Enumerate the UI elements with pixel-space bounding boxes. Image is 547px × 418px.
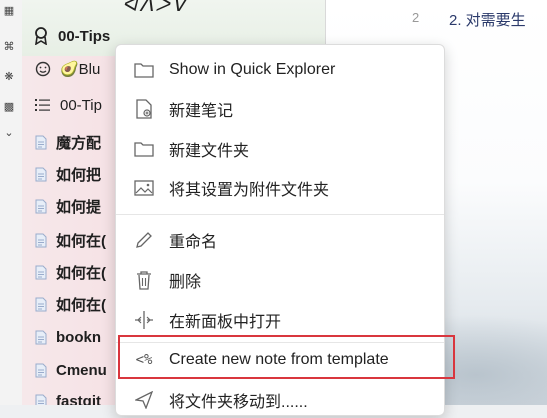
menu-item-delete[interactable]: 删除 bbox=[116, 262, 444, 298]
file-item[interactable]: 如何在( bbox=[34, 292, 106, 316]
file-label: 如何在( bbox=[56, 264, 106, 282]
pencil-icon bbox=[134, 230, 154, 250]
menu-item-show-in-quick-explorer[interactable]: Show in Quick Explorer bbox=[116, 52, 444, 88]
menu-item-label: 新建文件夹 bbox=[169, 143, 250, 160]
sidebar-item-label: 00-Tip bbox=[60, 96, 102, 114]
trash-icon bbox=[134, 270, 154, 290]
menu-separator bbox=[116, 214, 444, 215]
file-item[interactable]: 如何在( bbox=[34, 260, 106, 284]
context-menu: Show in Quick Explorer 新建笔记 新建文件夹 将其设置为附… bbox=[115, 44, 445, 416]
sidebar-item-label: 🥑Blu bbox=[60, 61, 101, 78]
file-item[interactable]: 如何在( bbox=[34, 228, 106, 252]
menu-item-open-in-new-pane[interactable]: 在新面板中打开 bbox=[116, 302, 444, 338]
archive-icon[interactable]: ▩ bbox=[2, 100, 16, 114]
file-item[interactable]: bookn bbox=[34, 325, 101, 349]
left-ribbon: ▦ ⌘ ❋ ▩ ⌄ bbox=[0, 0, 23, 405]
image-icon bbox=[134, 178, 154, 198]
file-item[interactable]: 如何提 bbox=[34, 194, 101, 218]
file-label: fastgit bbox=[56, 392, 101, 406]
folder-icon bbox=[134, 60, 154, 80]
menu-item-rename[interactable]: 重命名 bbox=[116, 222, 444, 258]
sidebar-item-blu[interactable]: 🥑Blu bbox=[34, 56, 100, 82]
file-label: Cmenu bbox=[56, 361, 107, 379]
header-decoration: ᐊᐱᐳᐁ bbox=[122, 0, 188, 16]
file-label: 如何提 bbox=[56, 198, 102, 216]
file-label: 如何在( bbox=[56, 232, 106, 250]
graph-icon[interactable]: ❋ bbox=[2, 70, 16, 84]
split-icon bbox=[134, 310, 154, 330]
file-icon bbox=[34, 166, 48, 182]
file-icon bbox=[34, 329, 48, 345]
list-icon bbox=[34, 96, 52, 114]
editor-line-text: 2. 对需要生 bbox=[449, 12, 526, 29]
menu-item-label: 删除 bbox=[169, 274, 202, 291]
calendar-icon[interactable]: ▦ bbox=[2, 4, 16, 18]
menu-item-label: Show in Quick Explorer bbox=[169, 61, 336, 78]
pin-icon bbox=[32, 27, 50, 45]
folder-icon bbox=[134, 139, 154, 159]
menu-item-move-folder[interactable]: 将文件夹移动到...... bbox=[116, 382, 444, 418]
menu-item-label: 新建笔记 bbox=[169, 103, 234, 120]
folder-00-tips[interactable]: 00-Tips bbox=[32, 23, 110, 49]
menu-item-label: 在新面板中打开 bbox=[169, 314, 282, 331]
file-icon bbox=[34, 393, 48, 405]
template-icon: <% bbox=[135, 352, 153, 368]
menu-item-set-attachment-folder[interactable]: 将其设置为附件文件夹 bbox=[116, 170, 444, 206]
menu-item-label: 将文件夹移动到...... bbox=[169, 394, 308, 411]
file-icon bbox=[34, 134, 48, 150]
file-item[interactable]: 魔方配 bbox=[34, 130, 101, 154]
file-icon bbox=[34, 264, 48, 280]
menu-item-label: 重命名 bbox=[169, 234, 218, 251]
chevron-down-icon[interactable]: ⌄ bbox=[2, 126, 16, 140]
menu-item-create-from-template[interactable]: <% Create new note from template bbox=[116, 342, 444, 378]
smiley-icon bbox=[34, 60, 52, 78]
file-icon bbox=[34, 232, 48, 248]
send-icon bbox=[134, 390, 154, 410]
new-note-icon bbox=[134, 99, 154, 119]
file-icon bbox=[34, 362, 48, 378]
line-number: 2 bbox=[412, 10, 420, 25]
file-label: 魔方配 bbox=[56, 134, 102, 152]
file-item[interactable]: 如何把 bbox=[34, 162, 101, 186]
file-item[interactable]: fastgit bbox=[34, 389, 101, 405]
menu-item-label: Create new note from template bbox=[169, 351, 389, 368]
menu-item-new-note[interactable]: 新建笔记 bbox=[116, 91, 444, 127]
menu-item-label: 将其设置为附件文件夹 bbox=[169, 182, 330, 199]
file-icon bbox=[34, 198, 48, 214]
file-item[interactable]: Cmenu bbox=[34, 358, 107, 382]
folder-label: 00-Tips bbox=[58, 27, 111, 45]
file-icon bbox=[34, 296, 48, 312]
file-label: 如何在( bbox=[56, 296, 106, 314]
menu-item-new-folder[interactable]: 新建文件夹 bbox=[116, 131, 444, 167]
command-icon[interactable]: ⌘ bbox=[2, 40, 16, 54]
file-label: 如何把 bbox=[56, 166, 102, 184]
sidebar-item-00-tip[interactable]: 00-Tip bbox=[34, 92, 102, 118]
file-label: bookn bbox=[56, 328, 101, 346]
